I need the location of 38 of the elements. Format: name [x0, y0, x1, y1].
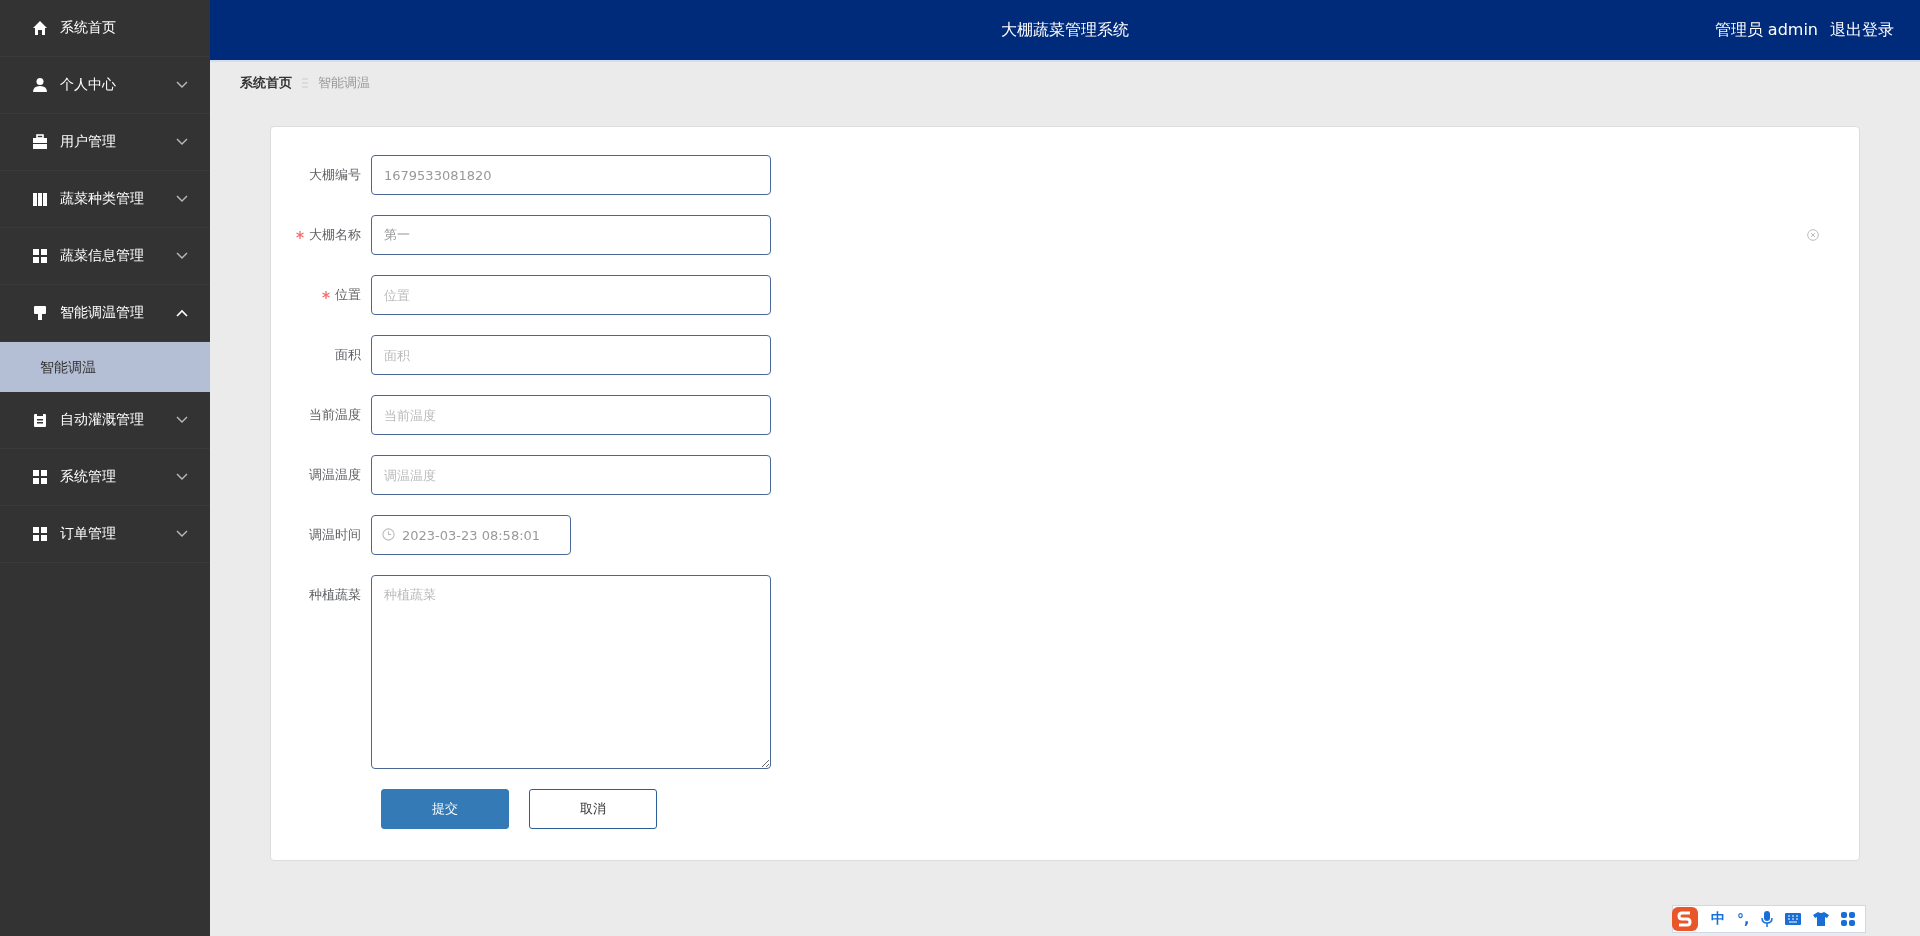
text-field[interactable]: 当前温度	[371, 395, 771, 435]
person-icon	[32, 77, 48, 93]
clock-icon	[382, 528, 395, 541]
field-label: 当前温度	[309, 406, 361, 424]
text-field[interactable]: 位置	[371, 275, 771, 315]
clear-icon[interactable]	[1807, 229, 1819, 241]
logout-link[interactable]: 退出登录	[1830, 19, 1894, 41]
field-label: 大棚编号	[309, 166, 361, 184]
text-area[interactable]: 种植蔬菜	[371, 575, 771, 769]
home-icon	[32, 20, 48, 36]
field-label: 调温时间	[309, 526, 361, 544]
field-label: 调温温度	[309, 466, 361, 484]
grid-icon	[32, 248, 48, 264]
breadcrumb-current: 智能调温	[318, 74, 370, 92]
microphone-icon	[1761, 911, 1774, 927]
breadcrumb-link[interactable]: 系统首页	[240, 74, 292, 92]
grid-icon	[32, 526, 48, 542]
cancel-button[interactable]: 取消	[529, 789, 657, 829]
shirt-icon	[1813, 912, 1830, 926]
book-icon	[32, 191, 48, 207]
text-field[interactable]: 面积	[371, 335, 771, 375]
submenu-item[interactable]: 智能调温	[0, 342, 210, 392]
grid-icon	[32, 469, 48, 485]
ime-mode[interactable]: 中	[1711, 910, 1725, 928]
clipboard-icon	[32, 412, 48, 428]
field-label: 种植蔬菜	[309, 586, 361, 604]
grid-icon	[1841, 912, 1856, 926]
ime-punctuation[interactable]: °,	[1737, 911, 1750, 927]
app-title: 大棚蔬菜管理系统	[1001, 19, 1129, 41]
field-label: 面积	[335, 346, 361, 364]
submit-button[interactable]: 提交	[381, 789, 509, 829]
text-field[interactable]: 调温温度	[371, 455, 771, 495]
user-label: 管理员 admin	[1714, 19, 1818, 41]
field-label: 位置	[335, 286, 361, 304]
keyboard-icon	[1785, 913, 1802, 925]
field-label: 大棚名称	[309, 226, 361, 244]
briefcase-icon	[32, 134, 48, 150]
brush-icon	[32, 305, 48, 321]
